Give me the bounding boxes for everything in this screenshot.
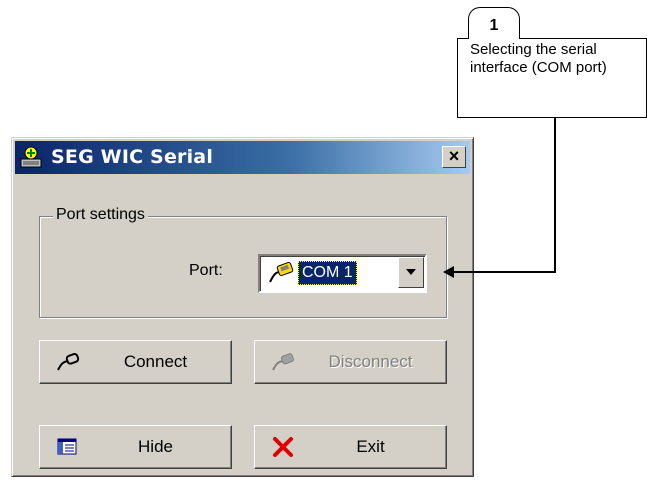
exit-button[interactable]: Exit [254,425,447,469]
hide-button[interactable]: Hide [39,425,232,469]
disconnect-label: Disconnect [328,352,413,371]
plug-icon [57,353,80,371]
title-bar[interactable]: SEG WIC Serial × [15,141,470,174]
plug-disabled-icon [272,353,294,371]
hide-label: Hide [138,437,173,456]
app-icon [20,146,42,168]
connect-label: Connect [123,352,188,371]
window-list-icon [57,438,77,455]
serial-plug-icon [269,261,294,283]
chevron-down-icon [406,269,416,275]
close-button[interactable]: × [442,146,466,168]
port-label: Port: [189,262,223,279]
seg-wic-serial-window: SEG WIC Serial × Port settings Port: COM… [11,137,474,477]
callout-number: 1 [489,17,499,34]
disconnect-button[interactable]: Disconnect [254,340,447,384]
callout-text-line2: interface (COM port) [470,59,607,76]
callout-box-bottom-edge [457,117,647,118]
port-settings-label: Port settings [53,204,148,226]
window-title: SEG WIC Serial [51,146,214,168]
port-select-value: COM 1 [298,261,357,285]
exit-label: Exit [356,437,385,456]
connect-button[interactable]: Connect [39,340,232,384]
callout-text-line1: Selecting the serial [470,41,597,58]
callout-tab-joint [469,37,519,40]
dropdown-button[interactable] [398,257,424,288]
callout-box: Selecting the serial interface (COM port… [457,38,647,118]
port-select[interactable]: COM 1 [258,254,427,293]
red-x-icon [273,437,293,457]
